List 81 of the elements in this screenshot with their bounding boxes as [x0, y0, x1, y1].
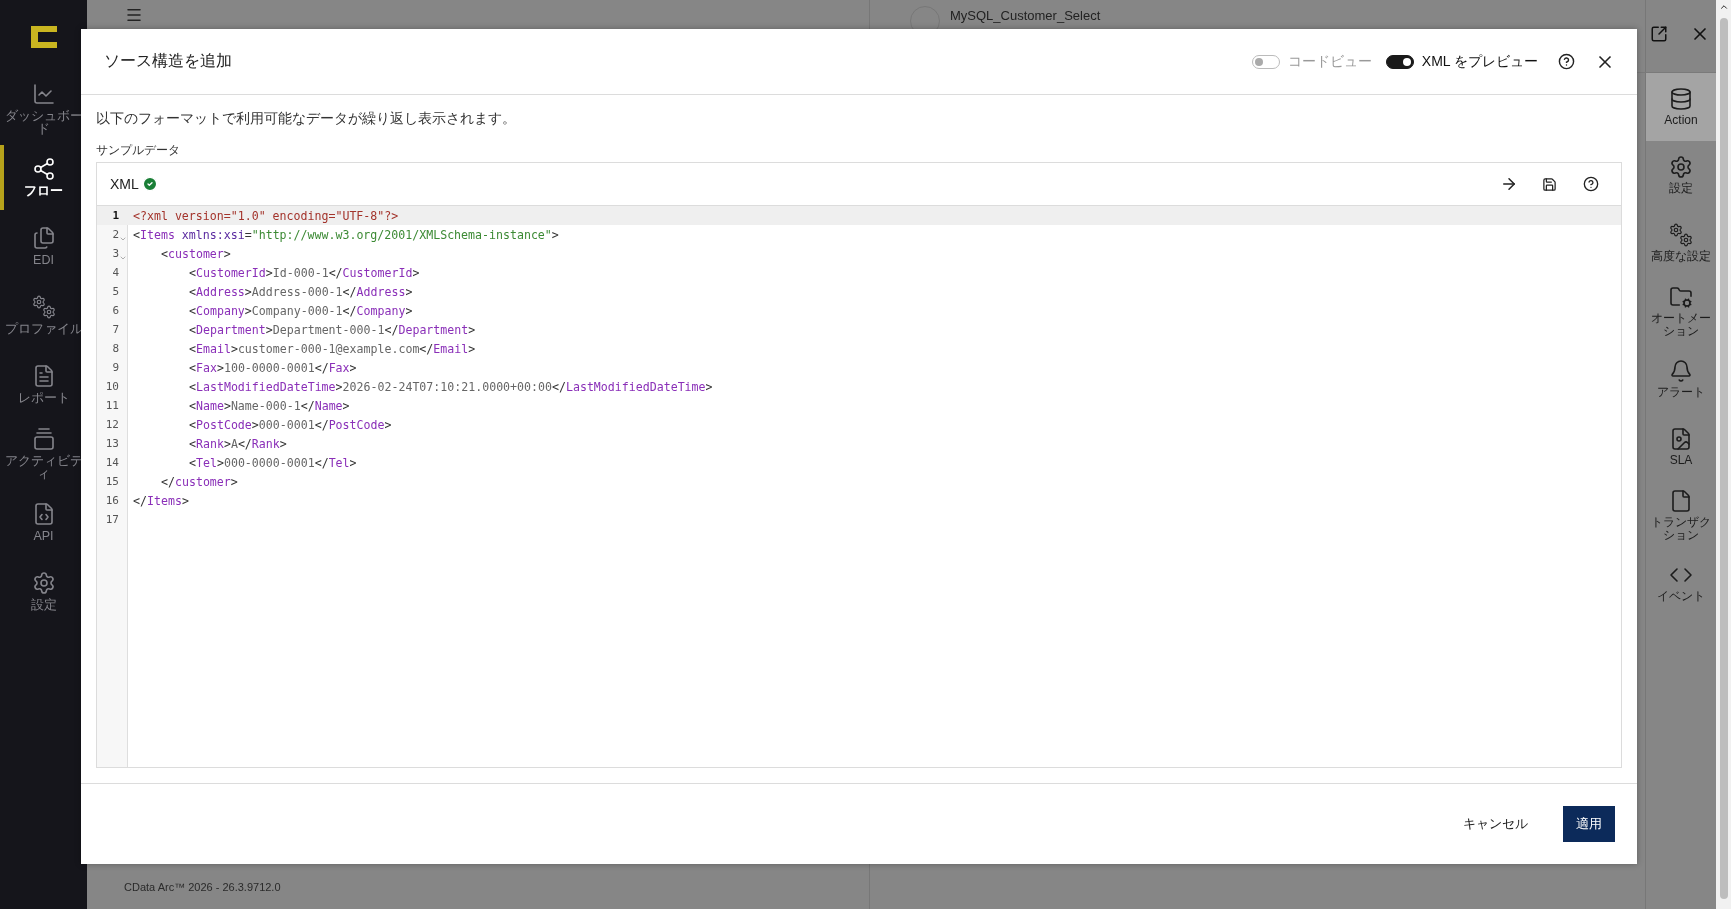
panel-tab[interactable]: オートメーション [1646, 277, 1716, 345]
help-button[interactable] [1583, 176, 1599, 192]
code-line: </customer> [160, 474, 238, 489]
nav-item[interactable]: プロファイル [0, 281, 87, 350]
gears-icon [1669, 223, 1693, 247]
line-number: 11 [104, 399, 119, 412]
image-file-icon [1669, 427, 1693, 451]
code-line: <CustomerId>Id-000-1</CustomerId> [188, 265, 420, 280]
nav-item[interactable]: EDI [0, 212, 87, 281]
nav-item[interactable]: レポート [0, 350, 87, 419]
panel-tab[interactable]: Action [1646, 73, 1716, 141]
line-number: 1 [111, 209, 119, 222]
file-icon [1669, 488, 1693, 513]
scrollbar[interactable] [1716, 0, 1731, 909]
code-line: <customer> [160, 246, 231, 261]
code-line: <Tel>000-0000-0001</Tel> [188, 455, 357, 470]
line-number: 17 [104, 513, 119, 526]
chart-icon [31, 81, 56, 106]
code-line: <?xml version="1.0" encoding="UTF-8"?> [132, 208, 399, 223]
page-title: MySQL_Customer_Select [950, 7, 1101, 23]
layers-icon [31, 426, 56, 451]
next-button[interactable] [1500, 175, 1518, 193]
scrollbar-thumb[interactable] [1719, 18, 1728, 899]
toggle-switch[interactable]: XML をプレビュー [1385, 52, 1538, 71]
code-line: </Items> [132, 493, 189, 508]
nav-item[interactable]: アクティビティ [0, 419, 87, 488]
line-number: 3 [97, 247, 119, 260]
panel-tab[interactable]: SLA [1646, 413, 1716, 481]
folder-gear-icon [1669, 284, 1693, 309]
nav-item[interactable]: API [0, 488, 87, 557]
code-line: <Company>Company-000-1</Company> [188, 303, 413, 318]
panel-tab[interactable]: 設定 [1646, 141, 1716, 209]
settings-icon [31, 571, 56, 595]
cancel-button[interactable]: キャンセル [1450, 806, 1541, 842]
panel-tab[interactable]: トランザクション [1646, 481, 1716, 549]
description-text: 以下のフォーマットで利用可能なデータが繰り返し表示されます。 [96, 110, 517, 128]
menu-icon[interactable] [125, 6, 143, 24]
external-link-icon[interactable] [1650, 25, 1668, 43]
code-line: <Email>customer-000-1@example.com</Email> [188, 341, 476, 356]
scroll-up-icon[interactable] [1718, 2, 1729, 12]
help-button[interactable] [1558, 53, 1575, 70]
line-number: 7 [111, 323, 119, 336]
panel-tab[interactable]: 高度な設定 [1646, 209, 1716, 277]
line-number: 5 [111, 285, 119, 298]
line-number: 14 [104, 456, 119, 469]
apply-button[interactable]: 適用 [1563, 806, 1615, 842]
save-button[interactable] [1542, 176, 1557, 192]
version-text: CData Arc™ 2026 - 26.3.9712.0 [123, 881, 282, 895]
code-line: <Department>Department-000-1</Department> [188, 322, 476, 337]
format-label: XML [110, 176, 139, 192]
line-number: 16 [104, 494, 119, 507]
settings-icon [1669, 155, 1693, 179]
bell-icon [1669, 359, 1693, 383]
line-number: 2 [97, 228, 119, 241]
line-number: 13 [104, 437, 119, 450]
panel-tab[interactable]: アラート [1646, 345, 1716, 413]
database-icon [1669, 87, 1693, 111]
code-line: <LastModifiedDateTime>2026-02-24T07:10:21.0000+00:00</LastModifiedDateTime> [188, 379, 713, 394]
line-number: 15 [104, 475, 119, 488]
line-number: 12 [104, 418, 119, 431]
code-line: <Items xmlns:xsi="http://www.w3.org/2001/XMLSchema-instance"> [132, 227, 559, 242]
code-line: <Fax>100-0000-0001</Fax> [188, 360, 357, 375]
code-line: <Name>Name-000-1</Name> [188, 398, 350, 413]
nav-item[interactable]: 設定 [0, 557, 87, 626]
line-number: 8 [111, 342, 119, 355]
section-label: サンプルデータ [96, 142, 181, 159]
panel-tab[interactable]: イベント [1646, 549, 1716, 617]
logo-icon [30, 26, 57, 48]
code-line: <Rank>A</Rank> [188, 436, 287, 451]
line-number: 9 [111, 361, 119, 374]
line-number: 4 [111, 266, 119, 279]
gears-icon [31, 295, 56, 319]
line-number: 10 [104, 380, 119, 393]
line-number: 6 [111, 304, 119, 317]
dialog-title: ソース構造を追加 [104, 51, 233, 71]
code-line: <PostCode>000-0001</PostCode> [188, 417, 392, 432]
code-line: <Address>Address-000-1</Address> [188, 284, 413, 299]
share-icon [31, 157, 56, 181]
toggle-switch[interactable]: コードビュー [1251, 52, 1372, 71]
files-icon [31, 226, 56, 250]
nav-item[interactable]: フロー [0, 143, 87, 212]
